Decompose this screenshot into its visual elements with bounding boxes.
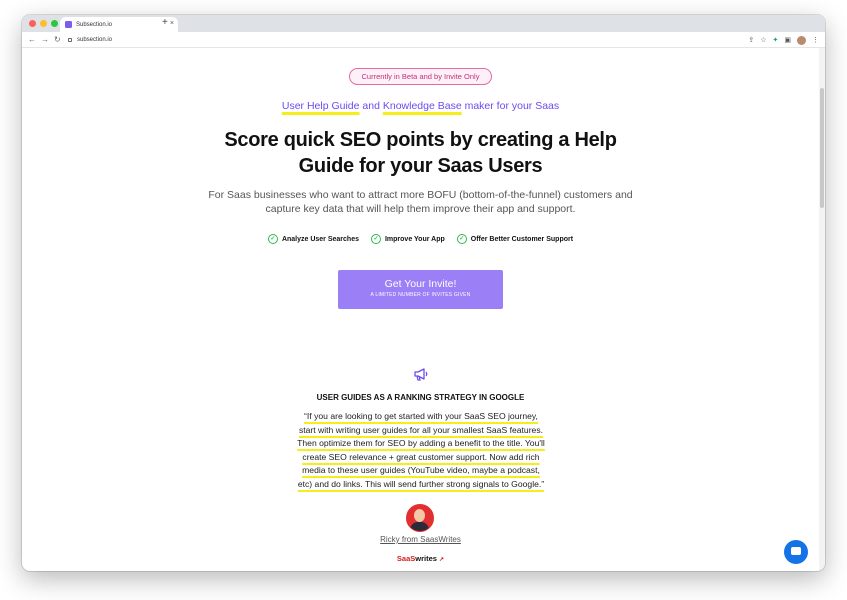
tab-close-icon[interactable]: × xyxy=(170,20,174,27)
zoom-window-button[interactable] xyxy=(51,20,58,27)
avatar-body xyxy=(410,522,429,531)
brand-saas: SaaS xyxy=(396,554,416,563)
megaphone-icon xyxy=(414,368,428,381)
quote-line: etc) and do links. This will send furthe… xyxy=(297,478,545,489)
tagline-user-help-guide: User Help Guide xyxy=(281,100,360,112)
feature-label: Analyze User Searches xyxy=(281,235,359,243)
tagline-and: and xyxy=(362,100,380,112)
url-text: subsection.io xyxy=(77,37,113,43)
quote-line: media to these user guides (YouTube vide… xyxy=(302,465,540,475)
chat-icon xyxy=(791,547,801,555)
window-controls xyxy=(29,20,58,27)
cta-sublabel: A LIMITED NUMBER OF INVITES GIVEN xyxy=(370,292,471,298)
headline-line-2: Guide for your Saas Users xyxy=(298,155,543,177)
back-button[interactable]: ← xyxy=(28,35,36,44)
cta-label: Get Your Invite! xyxy=(384,278,457,290)
lock-icon xyxy=(68,38,72,42)
extension-icon[interactable]: ✦ xyxy=(773,36,779,44)
check-circle-icon: ✓ xyxy=(370,234,381,244)
browser-window: Subsection.io × + ← → ↻ subsection.io ⇪ … xyxy=(22,15,825,571)
tagline-rest: maker for your Saas xyxy=(464,100,560,112)
feature-item: ✓ Analyze User Searches xyxy=(267,234,359,244)
check-circle-icon: ✓ xyxy=(456,234,467,244)
forward-button[interactable]: → xyxy=(41,35,49,44)
quote-line: “If you are looking to get started with … xyxy=(304,411,538,421)
profile-avatar[interactable] xyxy=(797,35,806,45)
feature-list: ✓ Analyze User Searches ✓ Improve Your A… xyxy=(22,234,819,244)
author-avatar xyxy=(406,504,434,532)
brand-logo: SaaSwrites ↗ xyxy=(22,554,819,563)
section-title: USER GUIDES AS A RANKING STRATEGY IN GOO… xyxy=(316,393,525,402)
quote-line: Then optimize them for SEO by adding a b… xyxy=(297,438,545,448)
check-circle-icon: ✓ xyxy=(267,234,278,244)
subtext-line-2: capture key data that will help them imp… xyxy=(265,203,576,215)
scrollbar[interactable] xyxy=(819,48,825,571)
share-icon[interactable]: ⇪ xyxy=(748,36,754,44)
feature-item: ✓ Improve Your App xyxy=(370,234,445,244)
minimize-window-button[interactable] xyxy=(40,20,47,27)
reload-button[interactable]: ↻ xyxy=(54,35,61,44)
testimonial-quote: “If you are looking to get started with … xyxy=(276,410,566,491)
site-favicon-icon xyxy=(65,21,72,28)
address-bar[interactable]: subsection.io xyxy=(68,34,112,46)
bookmark-star-icon[interactable]: ☆ xyxy=(760,36,766,44)
tagline-knowledge-base: Knowledge Base xyxy=(382,100,462,112)
avatar-face xyxy=(414,509,425,522)
tagline: User Help Guide and Knowledge Base maker… xyxy=(22,100,819,112)
browser-tab[interactable]: Subsection.io × xyxy=(60,17,178,32)
close-window-button[interactable] xyxy=(29,20,36,27)
chat-widget-button[interactable] xyxy=(784,540,808,564)
scrollbar-thumb[interactable] xyxy=(820,88,824,208)
quote-line: start with writing user guides for all y… xyxy=(298,424,544,435)
hero-subtext: For Saas businesses who want to attract … xyxy=(190,188,651,216)
brand-writes: writes xyxy=(415,554,437,563)
menu-icon[interactable]: ⋮ xyxy=(812,36,819,44)
puzzle-icon[interactable]: ▣ xyxy=(784,36,791,44)
tab-bar: Subsection.io × + xyxy=(22,15,825,32)
get-invite-button[interactable]: Get Your Invite! A LIMITED NUMBER OF INV… xyxy=(338,270,503,309)
quote-line: create SEO relevance + great customer su… xyxy=(302,451,540,462)
headline-line-1: Score quick SEO points by creating a Hel… xyxy=(224,129,617,151)
browser-toolbar: ← → ↻ subsection.io ⇪ ☆ ✦ ▣ ⋮ xyxy=(22,32,825,48)
beta-badge: Currently in Beta and by Invite Only xyxy=(349,68,492,85)
feature-item: ✓ Offer Better Customer Support xyxy=(456,234,574,244)
feature-label: Improve Your App xyxy=(384,235,445,243)
brand-arrow-icon: ↗ xyxy=(439,557,445,563)
page-title: Score quick SEO points by creating a Hel… xyxy=(182,127,659,179)
page-content: Currently in Beta and by Invite Only Use… xyxy=(22,48,819,571)
author-link[interactable]: Ricky from SaasWrites xyxy=(22,535,819,544)
feature-label: Offer Better Customer Support xyxy=(470,235,574,243)
new-tab-button[interactable]: + xyxy=(162,17,168,28)
toolbar-actions: ⇪ ☆ ✦ ▣ ⋮ xyxy=(748,34,819,46)
subtext-line-1: For Saas businesses who want to attract … xyxy=(208,189,633,201)
tab-title: Subsection.io xyxy=(76,21,113,28)
author-name[interactable]: Ricky from SaasWrites xyxy=(380,535,461,544)
